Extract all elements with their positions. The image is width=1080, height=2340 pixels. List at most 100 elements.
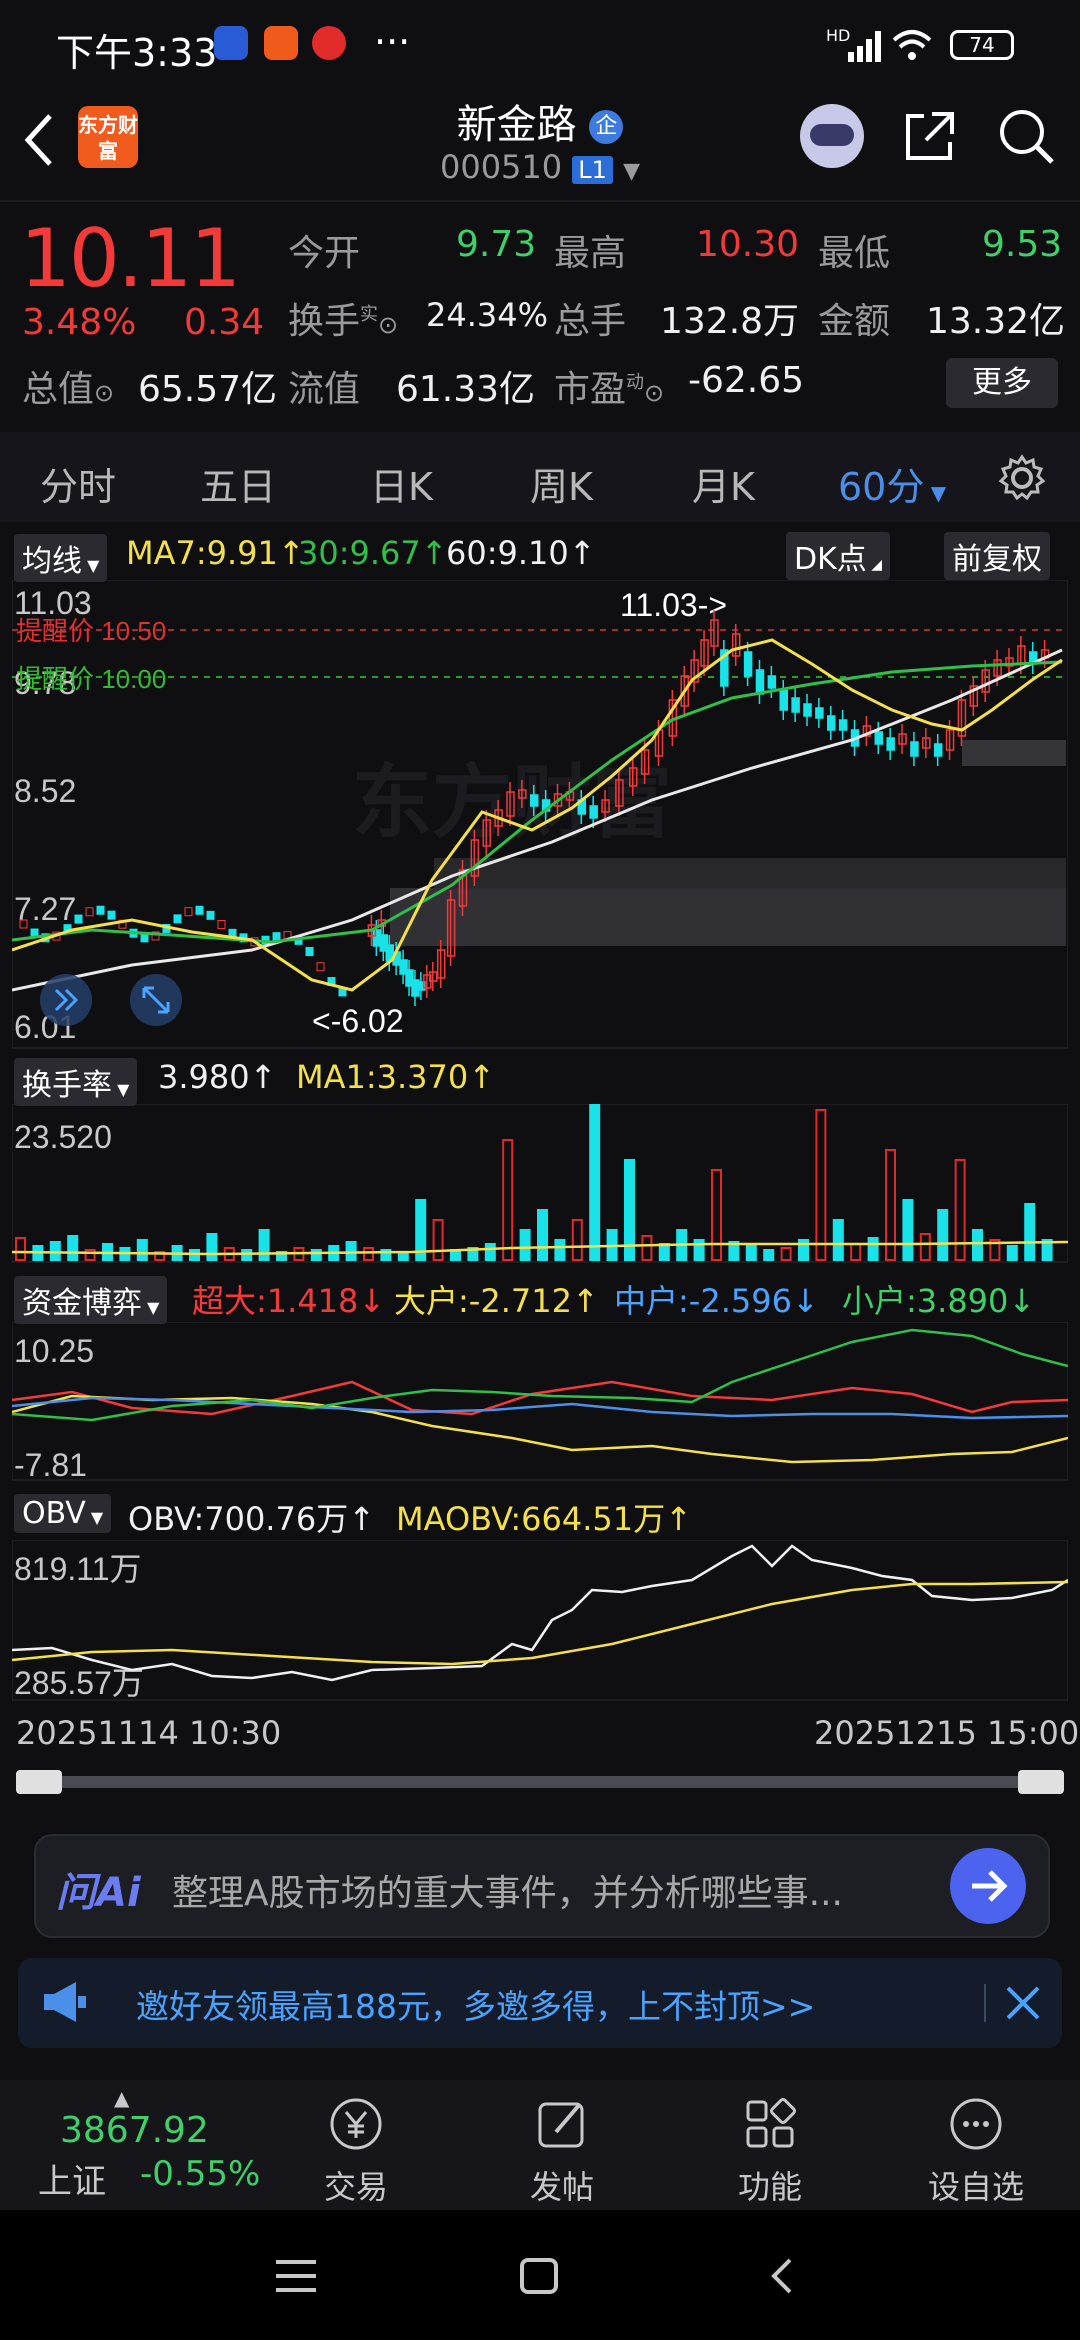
y-label-3: 8.52 bbox=[14, 773, 76, 809]
nav-post[interactable]: 发帖 bbox=[492, 2094, 632, 2208]
dk-point-button[interactable]: DK点 ◢ bbox=[786, 532, 890, 580]
turnover-indicator-select[interactable]: 换手率 ▼ bbox=[14, 1058, 138, 1106]
info-icon[interactable]: ⊙ bbox=[644, 379, 664, 407]
change-amount: 0.34 bbox=[184, 302, 265, 343]
nav-watchlist[interactable]: 设自选 bbox=[906, 2094, 1046, 2208]
candle-body bbox=[184, 907, 193, 917]
tab-five-day[interactable]: 五日 bbox=[200, 456, 276, 511]
nav-function[interactable]: 功能 bbox=[700, 2094, 840, 2208]
obv-indicator-select[interactable]: OBV ▼ bbox=[14, 1494, 112, 1533]
system-nav-bar bbox=[0, 2210, 1080, 2340]
low-marker: <-6.02 bbox=[312, 1003, 404, 1039]
baidu-app-icon bbox=[214, 26, 248, 60]
invite-banner[interactable]: 邀好友领最高188元，多邀多得，上不封顶>> bbox=[18, 1958, 1062, 2048]
nav-trade[interactable]: 交易 bbox=[286, 2094, 426, 2208]
adjust-select[interactable]: 前复权 bbox=[944, 532, 1050, 580]
small-legend: 小户:3.890↓ bbox=[842, 1282, 1036, 1320]
turnover-bar bbox=[972, 1229, 983, 1261]
settings-icon[interactable] bbox=[998, 454, 1046, 502]
nav-post-label: 发帖 bbox=[529, 2168, 594, 2206]
ai-input-box[interactable]: 问Ai 整理A股市场的重大事件，并分析哪些事... bbox=[34, 1834, 1050, 1938]
status-bar: 下午3:33 ··· HD 74 bbox=[0, 0, 1080, 90]
turnover-bar bbox=[484, 1243, 496, 1261]
tab-month-k[interactable]: 月K bbox=[692, 456, 755, 511]
turnover-bar bbox=[363, 1247, 374, 1261]
index-change: -0.55% bbox=[140, 2154, 261, 2194]
home-icon[interactable] bbox=[518, 2256, 562, 2296]
more-circle-icon bbox=[950, 2098, 1002, 2150]
header-divider bbox=[0, 200, 1080, 202]
tab-60min[interactable]: 60分 ▼ bbox=[838, 456, 946, 511]
high-marker: 11.03-> bbox=[620, 587, 727, 623]
candle-body bbox=[874, 731, 884, 745]
app-notify-icon bbox=[264, 26, 298, 60]
robot-avatar[interactable] bbox=[800, 104, 864, 168]
menu-icon[interactable] bbox=[274, 2258, 318, 2294]
nav-function-label: 功能 bbox=[737, 2168, 802, 2206]
obv-legend: OBV:700.76万↑ bbox=[128, 1500, 376, 1538]
alert-price-1: 提醒价 10.50 bbox=[16, 616, 166, 646]
megaphone-icon bbox=[44, 1982, 86, 2022]
turnover-bar bbox=[502, 1139, 514, 1261]
tab-day-k[interactable]: 日K bbox=[370, 456, 433, 511]
big-legend: 大户:-2.712↑ bbox=[394, 1282, 599, 1320]
close-icon[interactable] bbox=[1002, 1982, 1044, 2024]
share-icon[interactable] bbox=[902, 108, 958, 164]
maobv-legend: MAOBV:664.51万↑ bbox=[396, 1500, 692, 1538]
nav-arrow-left-icon[interactable] bbox=[40, 974, 92, 1026]
turnover-bar bbox=[15, 1237, 26, 1261]
range-handle-right[interactable] bbox=[1018, 1770, 1064, 1794]
candle-body bbox=[743, 651, 753, 677]
fund-chart[interactable]: 10.25 -7.81 bbox=[12, 1322, 1068, 1482]
turnover-ma-legend: MA1:3.370↑ bbox=[296, 1058, 496, 1096]
back-nav-icon[interactable] bbox=[766, 2256, 796, 2296]
turnover-bar bbox=[136, 1239, 148, 1261]
candle-body bbox=[96, 905, 105, 915]
expand-icon[interactable] bbox=[130, 974, 182, 1026]
battery-icon: 74 bbox=[950, 30, 1014, 60]
kline-chart[interactable]: 东方财富 11.03 9.78 8.52 7.27 6.01 提醒价 10.50… bbox=[12, 580, 1068, 1050]
caret-up-icon: ▲ bbox=[114, 2086, 130, 2110]
range-scrollbar[interactable] bbox=[16, 1776, 1062, 1788]
fund-indicator-select[interactable]: 资金博弈 ▼ bbox=[14, 1276, 168, 1324]
float-label: 流值 bbox=[288, 369, 361, 410]
range-handle-left[interactable] bbox=[16, 1770, 62, 1794]
ai-submit-button[interactable] bbox=[950, 1848, 1026, 1924]
turnover-bar bbox=[241, 1249, 253, 1261]
turnover-bars bbox=[15, 1104, 1053, 1261]
index-value: 3867.92 bbox=[60, 2110, 209, 2151]
info-icon[interactable]: ⊙ bbox=[94, 379, 114, 407]
candlesticks bbox=[19, 610, 1050, 1006]
turnover-legend: 3.980↑ bbox=[158, 1058, 277, 1096]
turnover-bar bbox=[711, 1169, 722, 1261]
more-button[interactable]: 更多 bbox=[946, 358, 1058, 408]
mktcap-label: 总值⊙ bbox=[22, 369, 115, 410]
low-label: 最低 bbox=[818, 233, 891, 274]
obv-chart[interactable]: 819.11万 285.57万 bbox=[12, 1540, 1068, 1702]
turnover-bar bbox=[432, 1219, 444, 1261]
banner-divider bbox=[984, 1984, 986, 2022]
turnover-chart[interactable]: 23.520 bbox=[12, 1104, 1068, 1264]
more-notifications-icon: ··· bbox=[374, 20, 411, 64]
ai-logo: 问Ai bbox=[56, 1870, 141, 1916]
period-tabs: 分时 五日 日K 周K 月K 60分 ▼ bbox=[0, 432, 1080, 522]
turnover-bar bbox=[589, 1104, 601, 1261]
turnover-bar bbox=[954, 1159, 966, 1261]
tab-intraday[interactable]: 分时 bbox=[40, 456, 116, 511]
turnover-bar bbox=[867, 1237, 879, 1261]
info-icon[interactable]: ⊙ bbox=[378, 311, 398, 339]
index-widget[interactable]: ▲ 3867.92 上证 -0.55% bbox=[30, 2086, 270, 2202]
search-icon[interactable] bbox=[996, 106, 1056, 166]
turnover-bar bbox=[763, 1249, 775, 1261]
open-label: 今开 bbox=[288, 233, 361, 274]
wifi-icon bbox=[892, 30, 932, 60]
turnover-bar bbox=[832, 1219, 844, 1261]
ma-indicator-select[interactable]: 均线 ▼ bbox=[14, 534, 108, 582]
turnover-bar bbox=[49, 1241, 61, 1261]
candle-body bbox=[838, 719, 848, 731]
time-axis-start: 20251114 10:30 bbox=[16, 1714, 282, 1752]
open-value: 9.73 bbox=[456, 224, 537, 265]
tab-week-k[interactable]: 周K bbox=[530, 456, 593, 511]
amount-label: 金额 bbox=[818, 301, 891, 342]
mid-line bbox=[12, 1396, 1068, 1420]
